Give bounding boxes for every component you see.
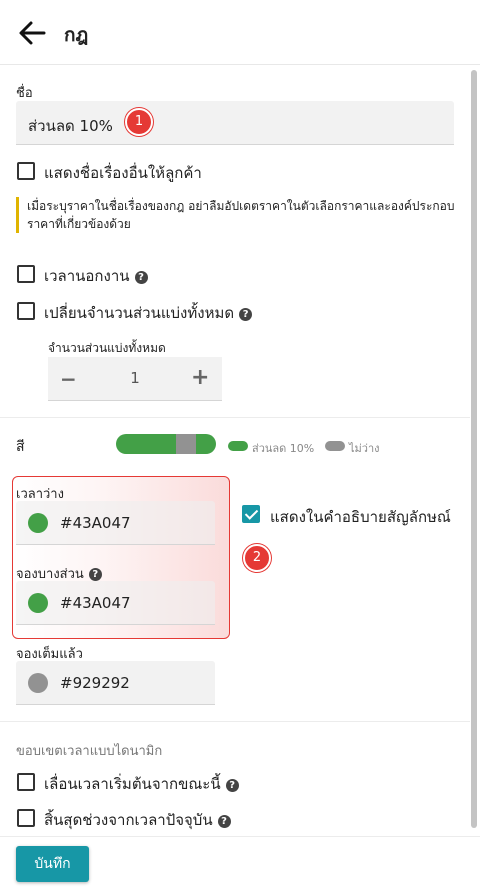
legend-label-discount: ส่วนลด 10% — [252, 442, 315, 455]
help-icon[interactable]: ? — [239, 308, 253, 321]
full-booking-color-value: #929292 — [60, 674, 130, 692]
partial-booking-label: จองบางส่วน — [16, 567, 84, 582]
free-time-color-input[interactable]: #43A047 — [16, 501, 215, 545]
total-shares-label: จำนวนส่วนแบ่งทั้งหมด — [48, 341, 166, 355]
name-label: ชื่อ — [16, 86, 33, 101]
show-other-name-checkbox[interactable] — [17, 162, 35, 180]
help-icon[interactable]: ? — [225, 779, 239, 792]
total-shares-stepper[interactable]: − 1 + — [48, 357, 222, 401]
name-input-value: ส่วนลด 10% — [28, 117, 113, 135]
back-arrow-icon[interactable] — [18, 20, 46, 46]
outside-hours-row[interactable]: เวลานอกงาน? — [44, 264, 148, 288]
shift-start-label: เลื่อนเวลาเริ่มต้นจากขณะนี้ — [44, 775, 221, 793]
end-from-now-row[interactable]: สิ้นสุดช่วงจากเวลาปัจจุบัน? — [44, 808, 231, 832]
outside-hours-label: เวลานอกงาน — [44, 267, 130, 285]
increment-button[interactable]: + — [191, 365, 209, 390]
partial-booking-color-input[interactable]: #43A047 — [16, 581, 215, 625]
divider — [0, 417, 470, 418]
color-label: สี — [16, 439, 25, 455]
end-from-now-label: สิ้นสุดช่วงจากเวลาปัจจุบัน — [44, 811, 213, 829]
save-button[interactable]: บันทึก — [16, 846, 89, 882]
page-title: กฎ — [64, 24, 89, 46]
help-icon[interactable]: ? — [134, 271, 148, 284]
show-in-legend-label[interactable]: แสดงในคำอธิบายสัญลักษณ์ — [270, 505, 451, 529]
color-dot — [28, 513, 48, 533]
free-time-color-value: #43A047 — [60, 514, 131, 532]
help-icon[interactable]: ? — [217, 815, 231, 828]
outside-hours-checkbox[interactable] — [17, 265, 35, 283]
price-note-text: เมื่อระบุราคาในชื่อเรื่องของกฎ อย่าลืมอั… — [27, 199, 455, 231]
partial-booking-color-value: #43A047 — [60, 594, 131, 612]
change-all-shares-row[interactable]: เปลี่ยนจำนวนส่วนแบ่งทั้งหมด? — [44, 301, 253, 325]
legend-label-busy: ไม่ว่าง — [349, 442, 380, 455]
annotation-badge-1: 1 — [125, 108, 153, 136]
annotation-badge-2: 2 — [243, 544, 271, 572]
name-input[interactable]: ส่วนลด 10% — [16, 101, 454, 145]
footer-divider — [0, 836, 480, 837]
end-from-now-checkbox[interactable] — [17, 809, 35, 827]
help-icon[interactable]: ? — [88, 568, 102, 581]
legend-swatch-busy — [325, 441, 345, 451]
change-all-shares-label: เปลี่ยนจำนวนส่วนแบ่งทั้งหมด — [44, 304, 235, 322]
shift-start-checkbox[interactable] — [17, 773, 35, 791]
change-all-shares-checkbox[interactable] — [17, 302, 35, 320]
color-preview-bar — [116, 434, 216, 454]
legend-swatch-discount — [228, 441, 248, 451]
dynamic-time-heading: ขอบเขตเวลาแบบไดนามิก — [16, 744, 163, 759]
price-note: เมื่อระบุราคาในชื่อเรื่องของกฎ อย่าลืมอั… — [16, 197, 456, 233]
full-booking-color-input[interactable]: #929292 — [16, 661, 215, 705]
color-preview-busy-segment — [176, 434, 196, 454]
shift-start-row[interactable]: เลื่อนเวลาเริ่มต้นจากขณะนี้? — [44, 772, 239, 796]
divider — [0, 721, 470, 722]
show-in-legend-checkbox[interactable] — [242, 505, 260, 523]
app-header: กฎ — [0, 0, 480, 65]
color-dot — [28, 593, 48, 613]
show-other-name-label[interactable]: แสดงชื่อเรื่องอื่นให้ลูกค้า — [44, 161, 202, 185]
color-dot — [28, 673, 48, 693]
scrollbar[interactable] — [471, 70, 477, 828]
